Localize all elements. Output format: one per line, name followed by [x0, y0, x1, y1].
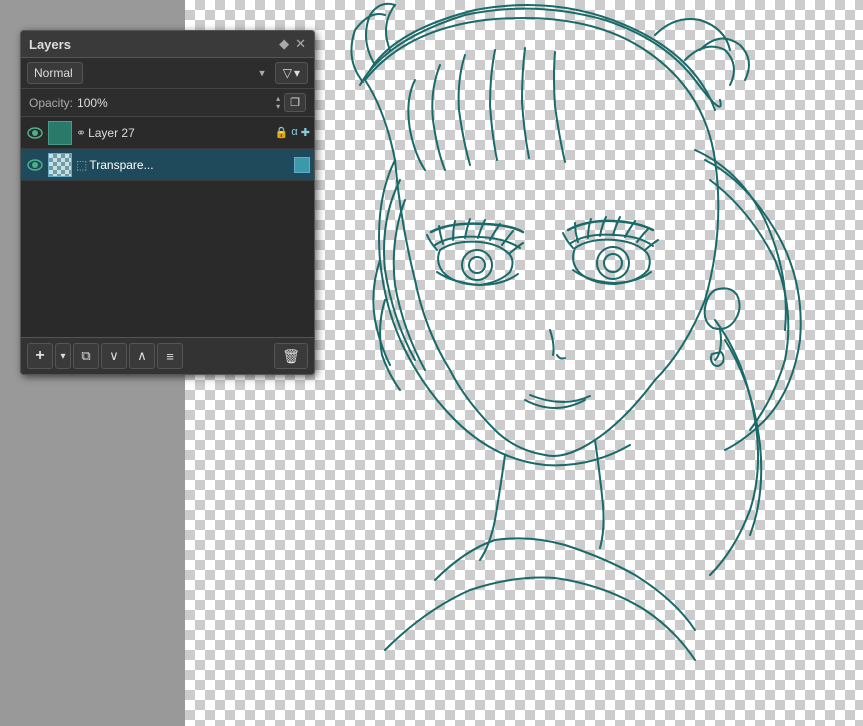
move-layer-down-button[interactable]: ∨ [101, 343, 127, 369]
filter-dropdown-icon: ▾ [294, 66, 300, 80]
blend-mode-toolbar: Normal Multiply Screen Overlay ▽ ▾ [21, 58, 314, 89]
layer-lock-icon[interactable]: 🔒 [275, 126, 289, 139]
layer-thumbnail [48, 121, 72, 145]
layer-thumbnail [48, 153, 72, 177]
layer-flags: 🔒 α ✚ [275, 126, 310, 139]
opacity-row: Opacity: 100% ▴ ▾ ❐ [21, 89, 314, 117]
opacity-value[interactable]: 100% [77, 96, 272, 110]
layer-visibility-toggle[interactable] [25, 123, 45, 143]
blend-mode-select[interactable]: Normal Multiply Screen Overlay [27, 62, 83, 84]
delete-layer-button[interactable]: 🗑 [274, 343, 308, 369]
layer-add-icon[interactable]: ✚ [301, 126, 310, 139]
panel-bottom-toolbar: + ▾ ⧉ ∨ ∧ ≡ 🗑 [21, 337, 314, 374]
layer-flags [294, 157, 310, 173]
titlebar-icons: ◆ ✕ [279, 36, 306, 52]
close-icon[interactable]: ✕ [295, 36, 306, 52]
layer-row[interactable]: ⚭ Layer 27 🔒 α ✚ [21, 117, 314, 149]
panel-title: Layers [29, 37, 71, 52]
layer-alpha-icon[interactable]: α [291, 126, 297, 139]
layer-visibility-toggle[interactable] [25, 155, 45, 175]
layer-properties-button[interactable]: ≡ [157, 343, 183, 369]
blend-mode-wrapper: Normal Multiply Screen Overlay [27, 62, 271, 84]
opacity-label: Opacity: [29, 96, 73, 110]
layer-name: Layer 27 [88, 126, 271, 140]
pin-icon[interactable]: ◆ [279, 36, 289, 52]
layer-name: Transpare... [89, 158, 290, 172]
opacity-arrows[interactable]: ▴ ▾ [276, 95, 280, 111]
opacity-copy-button[interactable]: ❐ [284, 93, 306, 112]
filter-button[interactable]: ▽ ▾ [275, 62, 308, 84]
add-layer-dropdown[interactable]: ▾ [55, 343, 71, 369]
layer-type-icon: ⬚ [76, 158, 87, 172]
filter-icon: ▽ [283, 66, 292, 80]
layer-link-icon: ⚭ [76, 126, 86, 140]
opacity-down-arrow: ▾ [276, 103, 280, 111]
panel-titlebar: Layers ◆ ✕ [21, 31, 314, 58]
layer-color-badge [294, 157, 310, 173]
duplicate-layer-button[interactable]: ⧉ [73, 343, 99, 369]
add-layer-button[interactable]: + [27, 343, 53, 369]
layers-panel: Layers ◆ ✕ Normal Multiply Screen Overla… [20, 30, 315, 375]
move-layer-up-button[interactable]: ∧ [129, 343, 155, 369]
layers-list: ⚭ Layer 27 🔒 α ✚ ⬚ Transpare... [21, 117, 314, 337]
layer-row[interactable]: ⬚ Transpare... [21, 149, 314, 181]
